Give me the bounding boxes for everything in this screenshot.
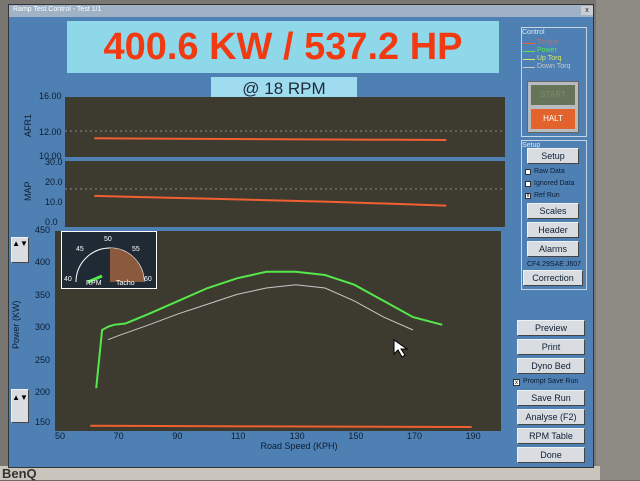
setup-button[interactable]: Setup (527, 148, 579, 164)
power-readout: 400.6 KW / 537.2 HP (67, 21, 499, 73)
power-tick: 450 (35, 225, 51, 235)
x-tick-label: 110 (231, 431, 246, 441)
scroll-up-button[interactable]: ▲▼ (11, 237, 29, 263)
power-tick: 400 (35, 257, 51, 267)
gauge-tick: 45 (76, 246, 84, 253)
x-tick-label: 190 (465, 431, 481, 441)
power-axis-label: Power (KW) (11, 300, 21, 349)
rpm-table-button[interactable]: RPM Table (517, 428, 585, 444)
x-tick-label: 170 (407, 431, 423, 441)
title-bar: Ramp Test Control - Test 1/1 x (9, 5, 593, 17)
x-tick-label: 130 (289, 431, 305, 441)
map-chart (65, 188, 505, 207)
header-button[interactable]: Header (527, 222, 579, 238)
correction-standard: CF4.29SAE J607 (526, 261, 582, 268)
power-tick: 150 (35, 417, 51, 427)
x-tick-label: 150 (348, 431, 364, 441)
x-axis-label: Road Speed (KPH) (260, 441, 338, 451)
power-series-torque (90, 424, 472, 428)
gauge-left-label: RPM (86, 280, 102, 287)
dyno-bed-button[interactable]: Dyno Bed (517, 358, 585, 374)
app-window: Ramp Test Control - Test 1/1 x 400.6 KW … (8, 4, 594, 468)
analyse-button[interactable]: Analyse (F2) (517, 409, 585, 425)
ref-run-checkbox[interactable]: x (525, 193, 531, 199)
gauge-tick: 60 (144, 276, 152, 283)
afr-tick: 12.00 (39, 127, 62, 137)
x-tick-label: 90 (172, 431, 183, 441)
power-tick: 350 (35, 290, 51, 300)
raw-data-checkbox[interactable] (525, 169, 531, 175)
map-tick: 30.0 (45, 157, 63, 167)
legend-torque: Torque (537, 39, 559, 46)
power-tick: 250 (35, 355, 51, 365)
save-run-button[interactable]: Save Run (517, 390, 585, 406)
start-button[interactable]: START (531, 85, 575, 105)
scroll-down-button[interactable]: ▲▼ (11, 389, 29, 423)
mouse-cursor-icon (393, 339, 409, 358)
prompt-save-checkbox[interactable]: x (513, 379, 520, 386)
map-tick: 10.0 (45, 197, 63, 207)
afr-series-torque (94, 137, 447, 141)
legend-uptorq: Up Torq (537, 55, 562, 62)
legend-swatch-power (523, 51, 535, 52)
afr-chart (65, 130, 505, 141)
map-tick: 20.0 (45, 177, 63, 187)
correction-button[interactable]: Correction (523, 270, 583, 286)
window-title: Ramp Test Control - Test 1/1 (13, 6, 102, 13)
ignored-data-checkbox[interactable] (525, 181, 531, 187)
map-series-torque (94, 194, 447, 207)
map-axis-label: MAP (23, 181, 33, 201)
monitor-frame-right (596, 0, 640, 480)
gauge-tick: 55 (132, 246, 140, 253)
control-title: Control (522, 29, 545, 36)
monitor-brand-logo: BenQ (2, 466, 37, 481)
afr-tick: 16.00 (39, 91, 62, 101)
legend-swatch-downtorq (523, 67, 535, 68)
legend-downtorq: Down Torq (537, 63, 571, 70)
print-button[interactable]: Print (517, 339, 585, 355)
legend-swatch-torque (523, 43, 535, 44)
power-tick: 200 (35, 387, 51, 397)
close-button[interactable]: x (581, 6, 593, 15)
halt-button[interactable]: HALT (531, 109, 575, 129)
ignored-data-label: Ignored Data (534, 180, 575, 187)
x-tick-label: 70 (113, 431, 124, 441)
monitor-frame-bottom (0, 466, 600, 480)
power-tick: 300 (35, 322, 51, 332)
prompt-save-label: Prompt Save Run (523, 378, 579, 385)
raw-data-label: Raw Data (534, 168, 565, 175)
gauge-tick: 50 (104, 236, 112, 243)
done-button[interactable]: Done (517, 447, 585, 463)
afr-axis-label: AFR1 (23, 113, 33, 137)
x-tick-label: 50 (55, 431, 66, 441)
legend-power: Power (537, 47, 557, 54)
rpm-gauge: 40 45 50 55 60 RPM Tacho (61, 231, 157, 289)
gauge-tick: 40 (64, 276, 72, 283)
alarms-button[interactable]: Alarms (527, 241, 579, 257)
scales-button[interactable]: Scales (527, 203, 579, 219)
preview-button[interactable]: Preview (517, 320, 585, 336)
legend-swatch-uptorq (523, 59, 535, 60)
gauge-right-label: Tacho (116, 280, 135, 287)
ref-run-label: Ref Run (534, 192, 560, 199)
